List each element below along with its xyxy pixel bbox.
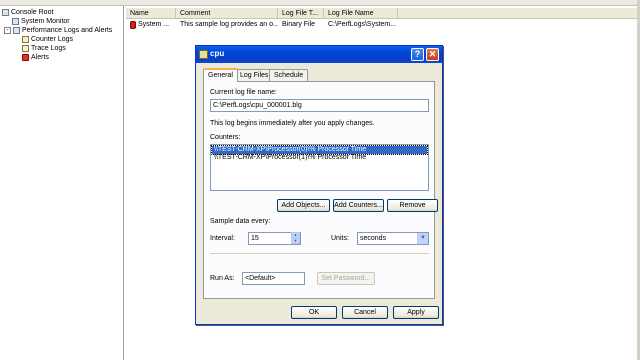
cpu-properties-dialog: cpu ? ✕ General Log Files Schedule Curre… [195, 45, 443, 325]
column-header-log-file-type[interactable]: Log File T... [278, 8, 324, 19]
dialog-titlebar[interactable]: cpu ? ✕ [196, 46, 442, 63]
tab-general[interactable]: General [203, 68, 238, 82]
tab-log-files[interactable]: Log Files [235, 69, 274, 81]
dialog-title: cpu [210, 49, 225, 58]
counter-log-icon [22, 36, 29, 43]
tree-item-label: Alerts [31, 54, 49, 61]
alert-icon [22, 54, 29, 61]
tab-schedule[interactable]: Schedule [269, 69, 309, 81]
current-log-label: Current log file name: [210, 89, 277, 96]
row-name: System ... [138, 21, 170, 28]
units-selected-value: seconds [360, 235, 387, 242]
info-text: This log begins immediately after you ap… [210, 120, 375, 127]
tree-item-label: Console Root [11, 9, 54, 16]
monitor-icon [12, 18, 19, 25]
tree-item-counter-logs[interactable]: Counter Logs [22, 35, 73, 44]
remove-button[interactable]: Remove [387, 199, 438, 212]
tree-item-alerts[interactable]: Alerts [22, 53, 49, 62]
tree-item-label: Performance Logs and Alerts [22, 27, 113, 34]
row-type: Binary File [282, 21, 316, 28]
tree-item-label: Counter Logs [31, 36, 74, 43]
folder-icon [2, 9, 9, 16]
close-button[interactable]: ✕ [426, 48, 439, 61]
tree-item-label: Trace Logs [31, 45, 66, 52]
interval-label: Interval: [210, 235, 235, 242]
counters-label: Counters: [210, 134, 241, 141]
chevron-down-icon[interactable]: ▼ [417, 233, 428, 244]
units-select[interactable]: seconds ▼ [357, 232, 429, 245]
column-header-log-file-name[interactable]: Log File Name [324, 8, 398, 19]
tree-item-console-root[interactable]: Console Root [2, 8, 53, 17]
sample-data-label: Sample data every: [210, 218, 271, 225]
perf-logs-icon [13, 27, 20, 34]
help-button[interactable]: ? [411, 48, 424, 61]
column-header-comment[interactable]: Comment [176, 8, 278, 19]
row-name-cell: System ... [126, 20, 176, 30]
tree-item-perf-logs-alerts[interactable]: - Performance Logs and Alerts [4, 26, 112, 35]
general-tab-panel: Current log file name: C:\PerfLogs\cpu_0… [203, 81, 438, 299]
column-header-filler [398, 8, 640, 19]
database-icon [130, 21, 136, 29]
tree-item-trace-logs[interactable]: Trace Logs [22, 44, 66, 53]
run-as-field[interactable]: <Default> [242, 272, 305, 285]
counters-list[interactable]: \\TEST-CRM-XP\Processor(0)\% Processor T… [210, 144, 429, 191]
interval-spinner[interactable]: ▲ ▼ [291, 232, 300, 244]
row-file: C:\PerfLogs\System... [328, 21, 397, 28]
units-label: Units: [331, 235, 349, 242]
divider [210, 253, 429, 254]
tree-item-system-monitor[interactable]: System Monitor [12, 17, 70, 26]
run-as-label: Run As: [210, 275, 235, 282]
cancel-button[interactable]: Cancel [342, 306, 388, 319]
console-tree: Console Root System Monitor - Performanc… [0, 6, 124, 360]
add-counters-button[interactable]: Add Counters... [333, 199, 384, 212]
log-icon [199, 50, 208, 59]
spin-down-icon[interactable]: ▼ [291, 238, 300, 244]
column-header-name[interactable]: Name [126, 8, 176, 19]
list-item[interactable]: \\TEST-CRM-XP\Processor(0)\% Processor T… [211, 145, 428, 155]
list-item[interactable]: \\TEST-CRM-XP\Processor(1)\% Processor T… [212, 154, 427, 162]
row-comment: This sample log provides an o... [180, 21, 278, 28]
set-password-button[interactable]: Set Password... [317, 272, 375, 285]
add-objects-button[interactable]: Add Objects... [277, 199, 330, 212]
current-log-field[interactable]: C:\PerfLogs\cpu_000001.blg [210, 99, 429, 112]
apply-button[interactable]: Apply [393, 306, 439, 319]
ok-button[interactable]: OK [291, 306, 337, 319]
collapse-toggle[interactable]: - [4, 27, 11, 34]
tree-item-label: System Monitor [21, 18, 70, 25]
trace-log-icon [22, 45, 29, 52]
